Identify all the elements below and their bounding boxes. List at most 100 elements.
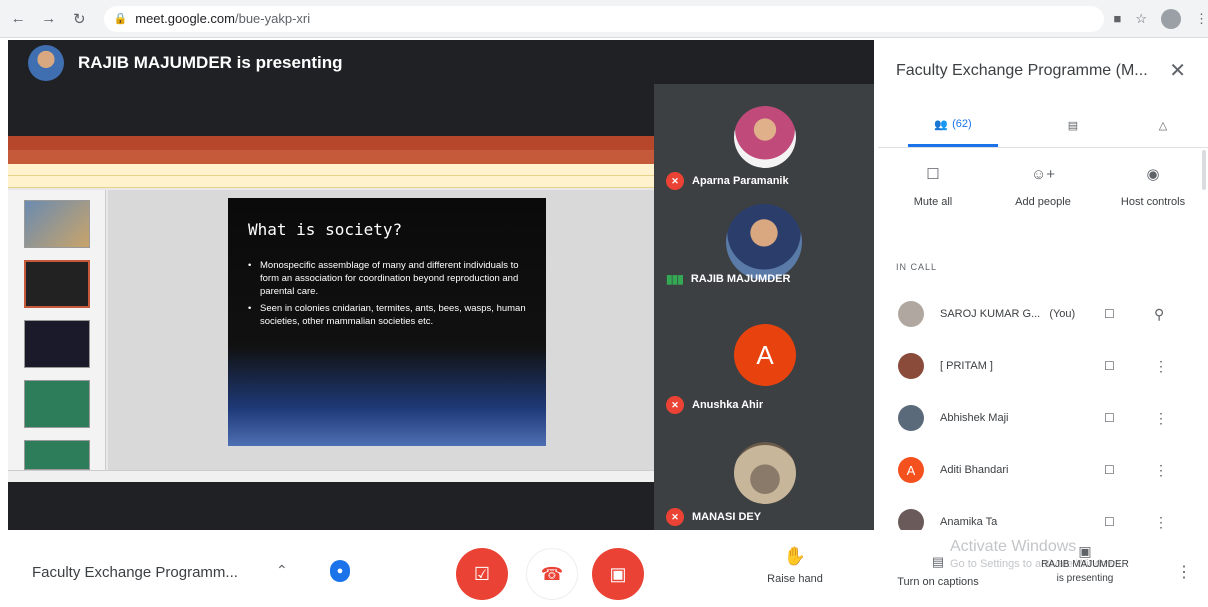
you-badge: (You): [1049, 308, 1076, 320]
slide-thumbnail: [24, 260, 90, 308]
raise-hand-label: Raise hand: [767, 573, 823, 585]
tile-name: RAJIB MAJUMDER: [690, 273, 791, 285]
participant-name: SAROJ KUMAR G...: [940, 308, 1041, 320]
ppt-ribbon: [8, 150, 654, 164]
reload-icon[interactable]: ↻: [67, 6, 92, 32]
avatar: A: [734, 324, 796, 386]
list-item[interactable]: Abhishek Maji ☐ ⋮: [878, 392, 1208, 444]
mic-off-icon[interactable]: ☐: [1104, 359, 1115, 373]
chevron-up-icon[interactable]: ⌃: [276, 562, 288, 579]
mic-off-icon: ✕: [666, 172, 684, 190]
slide-thumbnail: [24, 440, 90, 470]
raise-hand-button[interactable]: ✋ Raise hand: [760, 546, 830, 585]
tab-chat[interactable]: ▤: [1028, 104, 1118, 147]
slide-thumbnail: [24, 200, 90, 248]
add-people-label: Add people: [1015, 196, 1071, 208]
address-bar[interactable]: 🔒 meet.google.com /bue-yakp-xri: [103, 5, 1104, 32]
avatar[interactable]: [1161, 8, 1182, 29]
participant-tile[interactable]: ▮▮▮ RAJIB MAJUMDER: [654, 196, 874, 308]
avatar: [898, 301, 924, 327]
leave-call-button[interactable]: ☎: [526, 548, 578, 600]
avatar: [734, 106, 796, 168]
url-path: /bue-yakp-xri: [234, 11, 311, 26]
slide-thumbnail: [24, 320, 90, 368]
participant-tile[interactable]: ✕ MANASI DEY: [654, 420, 874, 532]
slide-bullets: Monospecific assemblage of many and diff…: [248, 259, 526, 328]
more-vert-icon[interactable]: ⋮: [1154, 358, 1168, 375]
ppt-protected-view-bar: [8, 164, 654, 176]
tab-activities[interactable]: △: [1118, 104, 1208, 147]
tab-people[interactable]: 👥 (62): [908, 104, 998, 147]
tile-name: Anushka Ahir: [692, 399, 764, 411]
panel-actions: ☐ Mute all ☺+ Add people ◉ Host controls: [878, 162, 1208, 209]
people-panel: Faculty Exchange Programme (M... ✕ 👥 (62…: [878, 40, 1208, 535]
close-icon[interactable]: ✕: [1169, 58, 1186, 83]
list-item[interactable]: [ PRITAM ] ☐ ⋮: [878, 340, 1208, 392]
captions-label: Turn on captions: [897, 576, 979, 588]
tile-name: Aparna Paramanik: [692, 175, 789, 187]
shield-icon[interactable]: ●: [330, 560, 350, 582]
more-vert-icon[interactable]: ⋮: [1154, 410, 1168, 427]
presenting-text: RAJIB MAJUMDER is presenting: [78, 53, 343, 72]
participant-list: SAROJ KUMAR G... (You) ☐ ⚲ [ PRITAM ] ☐ …: [878, 288, 1208, 548]
mic-off-icon: ☑: [473, 563, 491, 584]
more-vert-icon[interactable]: ⋮: [1154, 514, 1168, 531]
activities-icon: △: [1158, 120, 1168, 132]
more-vert-icon[interactable]: ⋮: [1154, 462, 1168, 479]
scrollbar[interactable]: [1202, 150, 1206, 190]
star-icon[interactable]: ☆: [1135, 11, 1147, 27]
avatar: [898, 353, 924, 379]
shared-screen[interactable]: What is society? Monospecific assemblage…: [8, 136, 654, 482]
avatar: A: [898, 457, 924, 483]
mic-off-icon[interactable]: ☐: [1104, 515, 1115, 529]
hand-icon: ✋: [783, 546, 807, 566]
mute-all-label: Mute all: [913, 196, 953, 208]
participant-name: Anamika Ta: [940, 516, 998, 528]
slide-thumbnails: [8, 190, 106, 470]
camera-icon[interactable]: ■: [1114, 11, 1122, 26]
participant-tiles: ✕ Aparna Paramanik ▮▮▮ RAJIB MAJUMDER A …: [654, 84, 874, 530]
ppt-update-bar: [8, 176, 654, 188]
meeting-details-button[interactable]: Faculty Exchange Programm...: [32, 564, 238, 581]
list-item[interactable]: A Aditi Bhandari ☐ ⋮: [878, 444, 1208, 496]
people-icon: 👥: [934, 118, 949, 131]
back-icon[interactable]: ←: [6, 6, 31, 32]
mic-off-icon: ✕: [666, 508, 684, 526]
mute-all-button[interactable]: ☐ Mute all: [878, 162, 988, 208]
camera-toggle-button[interactable]: ▣: [592, 548, 644, 600]
mic-toggle-button[interactable]: ☑: [456, 548, 508, 600]
slide-bullet: Monospecific assemblage of many and diff…: [248, 259, 526, 298]
forward-icon[interactable]: →: [37, 6, 62, 32]
presenting-banner: RAJIB MAJUMDER is presenting: [8, 40, 342, 86]
mic-off-icon[interactable]: ☐: [1104, 307, 1115, 321]
participant-tile[interactable]: A ✕ Anushka Ahir: [654, 308, 874, 420]
presenter-avatar: [28, 45, 64, 81]
add-people-button[interactable]: ☺+ Add people: [988, 162, 1098, 209]
mic-off-icon[interactable]: ☐: [1104, 463, 1115, 477]
add-person-icon: ☺+: [1030, 165, 1056, 183]
participant-name: [ PRITAM ]: [940, 360, 993, 372]
more-vert-icon[interactable]: ⋮: [1176, 562, 1192, 582]
pin-icon[interactable]: ⚲: [1154, 306, 1164, 323]
mic-off-icon: ☐: [926, 166, 940, 183]
host-controls-button[interactable]: ◉ Host controls: [1098, 162, 1208, 208]
camera-off-icon: ▣: [609, 563, 627, 584]
meeting-stage: RAJIB MAJUMDER is presenting What is soc…: [8, 40, 874, 530]
participant-tile[interactable]: ✕ Aparna Paramanik: [654, 84, 874, 196]
presenting-button[interactable]: ▣ RAJIB MAJUMDER is presenting: [1030, 544, 1140, 586]
avatar: [726, 204, 802, 280]
list-item[interactable]: SAROJ KUMAR G... (You) ☐ ⚲: [878, 288, 1208, 340]
avatar: [898, 405, 924, 431]
presenter-name: RAJIB MAJUMDER: [1041, 559, 1129, 570]
call-controls-bar: Faculty Exchange Programm... ⌃ ● ☑ ☎ ▣ ✋…: [0, 530, 1208, 607]
mic-off-icon[interactable]: ☐: [1104, 411, 1115, 425]
browser-toolbar: ← → ↻ 🔒 meet.google.com /bue-yakp-xri ■ …: [0, 0, 1208, 38]
slide-thumbnail: [24, 380, 90, 428]
more-vert-icon[interactable]: ⋮: [1195, 11, 1208, 27]
ppt-status-bar: [8, 470, 654, 482]
url-domain: meet.google.com: [135, 11, 235, 26]
lock-icon: 🔒: [113, 13, 128, 25]
panel-tabs: 👥 (62) ▤ △: [878, 104, 1208, 148]
mic-off-icon: ✕: [666, 396, 684, 414]
participant-name: Aditi Bhandari: [940, 464, 1009, 476]
